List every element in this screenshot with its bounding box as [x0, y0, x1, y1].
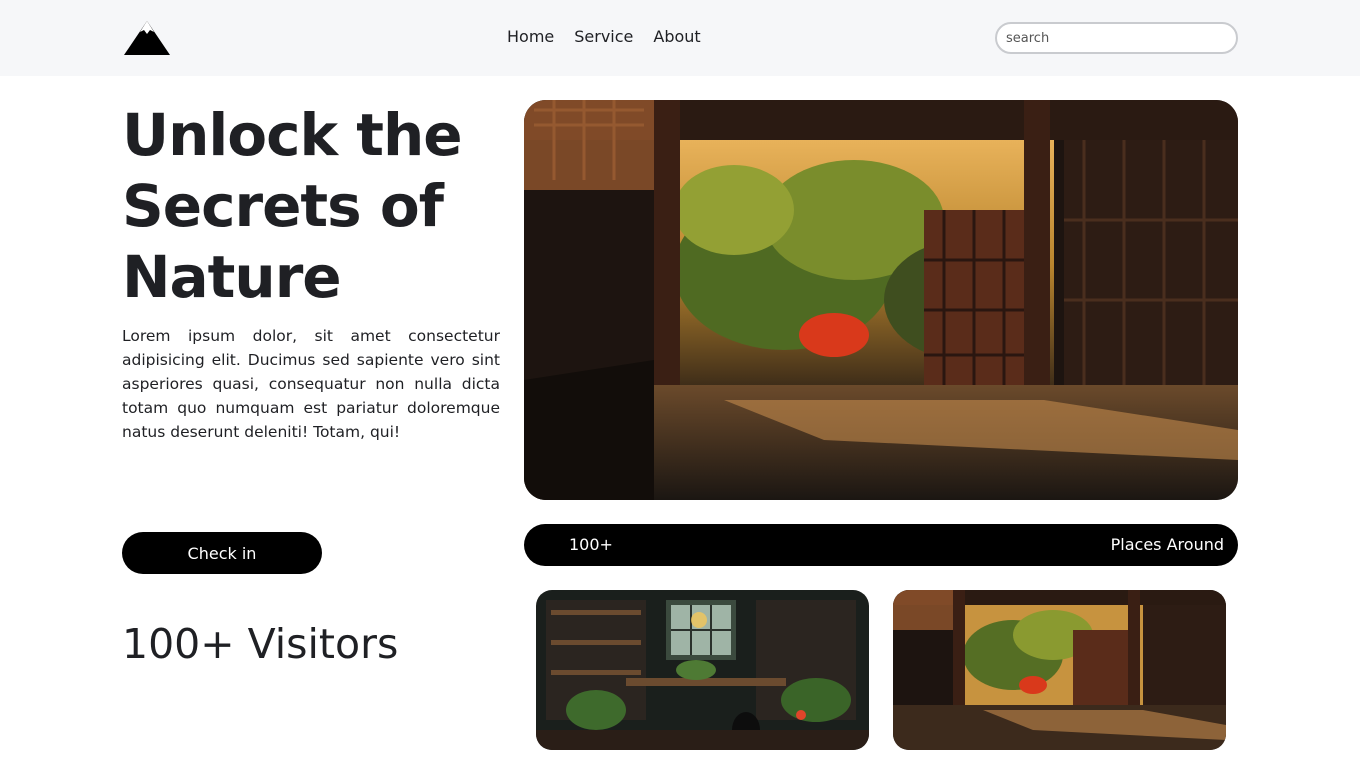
header: Home Service About [0, 0, 1360, 76]
page-title: Unlock the Secrets of Nature [122, 101, 463, 311]
nav-service-link[interactable]: Service [574, 27, 633, 46]
check-in-button[interactable]: Check in [122, 532, 322, 574]
stats-bar: 100+ Places Around [524, 524, 1238, 566]
search-input[interactable] [995, 22, 1238, 54]
nav-home-link[interactable]: Home [507, 27, 554, 46]
places-count: 100+ [569, 535, 613, 554]
main-nav: Home Service About [507, 27, 701, 46]
courtyard-thumbnail-image[interactable] [893, 590, 1226, 750]
mountain-logo-icon[interactable] [122, 18, 172, 58]
hero-description: Lorem ipsum dolor, sit amet consectetur … [122, 327, 500, 441]
nav-about-link[interactable]: About [653, 27, 700, 46]
visitors-count: 100+ Visitors [122, 620, 399, 668]
library-thumbnail-image[interactable] [536, 590, 869, 750]
hero-image [524, 100, 1238, 500]
places-label: Places Around [1110, 535, 1224, 554]
